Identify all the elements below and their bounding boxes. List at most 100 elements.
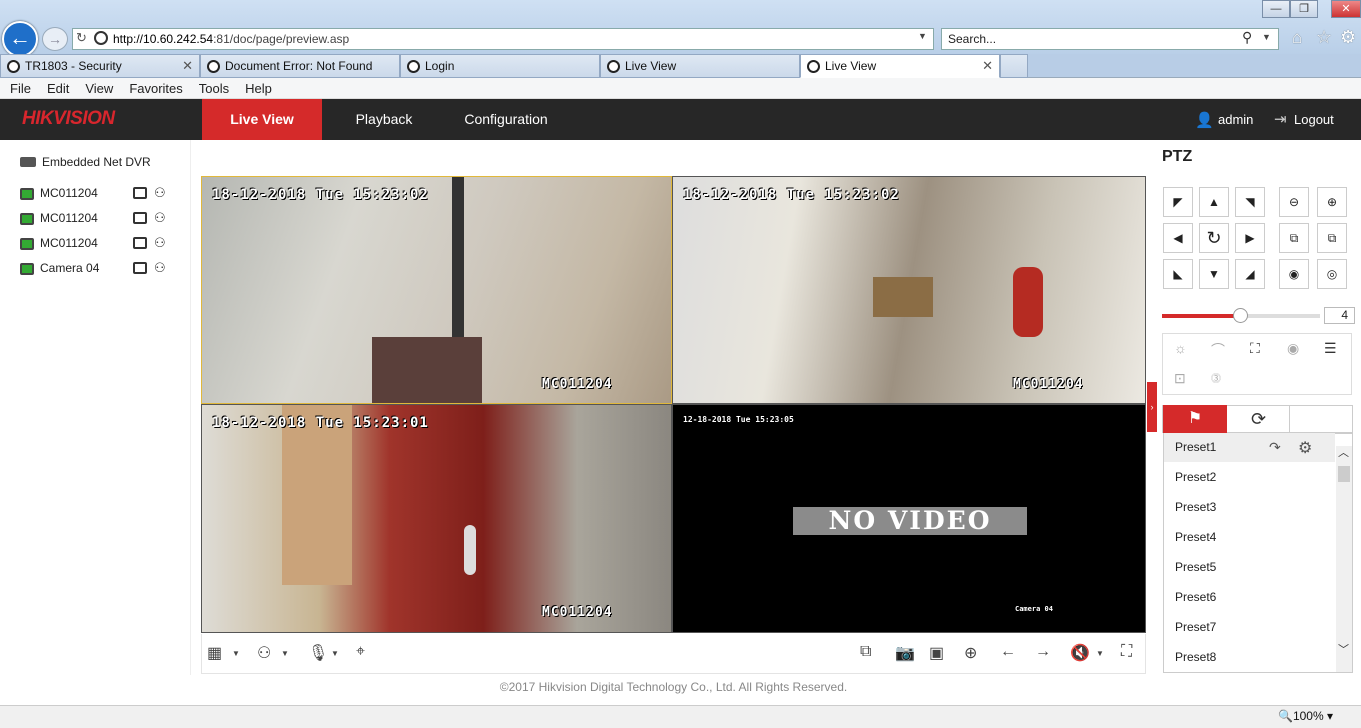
- video-window-3[interactable]: 18-12-2018 Tue 15:23:01 MC011204: [201, 404, 672, 633]
- window-close-button[interactable]: ✕: [1331, 0, 1361, 18]
- 3d-position-icon[interactable]: ⓷: [1211, 370, 1221, 385]
- tab-playback[interactable]: Playback: [340, 99, 428, 140]
- camera-list-item[interactable]: Camera 04 ⚇: [20, 260, 180, 280]
- iris-close-icon[interactable]: ◎: [1317, 259, 1347, 289]
- preset-item[interactable]: Preset2: [1175, 470, 1216, 484]
- camera-list-item[interactable]: MC011204 ⚇: [20, 185, 180, 205]
- auxiliary-focus-icon[interactable]: ⛶: [1250, 340, 1260, 357]
- preset-item[interactable]: Preset8: [1175, 650, 1216, 664]
- settings-gear-icon[interactable]: ⚙: [1340, 27, 1356, 48]
- menu-favorites[interactable]: Favorites: [129, 81, 182, 96]
- refresh-icon[interactable]: ↻: [76, 30, 87, 46]
- maximize-button[interactable]: ❐: [1290, 0, 1318, 18]
- logout-icon[interactable]: ⇥: [1274, 110, 1287, 128]
- browser-tab[interactable]: Document Error: Not Found: [200, 54, 400, 78]
- zoom-level[interactable]: 🔍100% ▾: [1278, 709, 1333, 723]
- tab-live-view[interactable]: Live View: [202, 99, 322, 140]
- tab-close-icon[interactable]: ✕: [982, 55, 993, 77]
- browser-tab[interactable]: TR1803 - Security ✕: [0, 54, 200, 78]
- ptz-right-button[interactable]: ▶: [1235, 223, 1265, 253]
- forward-arrow-icon[interactable]: →: [42, 27, 68, 51]
- back-arrow-icon[interactable]: ←: [2, 21, 38, 57]
- ptz-down-right-button[interactable]: ◢: [1235, 259, 1265, 289]
- digital-zoom-icon[interactable]: ⊕: [964, 643, 977, 663]
- ptz-down-button[interactable]: ▼: [1199, 259, 1229, 289]
- volume-mute-icon[interactable]: 🔇: [1070, 643, 1090, 663]
- stream-select-icon[interactable]: ⚇: [154, 210, 166, 226]
- home-icon[interactable]: ⌂: [1292, 28, 1302, 48]
- logout-link[interactable]: Logout: [1294, 112, 1334, 127]
- light-icon[interactable]: ☼: [1174, 340, 1187, 356]
- preset-item[interactable]: Preset4: [1175, 530, 1216, 544]
- browser-tab[interactable]: Login: [400, 54, 600, 78]
- record-all-icon[interactable]: ▣: [929, 643, 944, 663]
- set-preset-gear-icon[interactable]: ⚙: [1298, 438, 1312, 458]
- record-icon[interactable]: [133, 212, 147, 224]
- menu-tools[interactable]: Tools: [199, 81, 229, 96]
- preset-item[interactable]: Preset7: [1175, 620, 1216, 634]
- volume-dropdown-icon[interactable]: ▼: [1096, 649, 1104, 658]
- video-window-1[interactable]: 18-12-2018 Tue 15:23:02 MC011204: [201, 176, 672, 404]
- zoom-in-icon[interactable]: ⊕: [1317, 187, 1347, 217]
- search-dropdown-icon[interactable]: ▼: [1262, 32, 1271, 42]
- manual-alarm-icon[interactable]: ⌖: [356, 643, 365, 661]
- ptz-up-right-button[interactable]: ◥: [1235, 187, 1265, 217]
- tab-configuration[interactable]: Configuration: [450, 99, 562, 140]
- focus-near-icon[interactable]: ⧉: [1279, 223, 1309, 253]
- camera-list-item[interactable]: MC011204 ⚇: [20, 235, 180, 255]
- favorites-star-icon[interactable]: ☆: [1316, 27, 1332, 48]
- preset-item[interactable]: Preset1: [1175, 440, 1216, 454]
- preset-item[interactable]: Preset3: [1175, 500, 1216, 514]
- wiper-icon[interactable]: ⌒: [1211, 340, 1225, 360]
- 3d-zoom-icon[interactable]: ⊡: [1174, 370, 1186, 387]
- stop-all-preview-icon[interactable]: ⧉: [860, 643, 871, 661]
- menu-lines-icon[interactable]: ☰: [1324, 340, 1337, 357]
- lens-init-icon[interactable]: ◉: [1287, 340, 1299, 357]
- new-tab-button[interactable]: [1000, 54, 1028, 78]
- microphone-icon[interactable]: 🎙: [308, 643, 328, 663]
- preset-tab-flag-icon[interactable]: ⚑: [1163, 405, 1227, 433]
- next-page-icon[interactable]: →: [1035, 643, 1051, 661]
- stream-type-icon[interactable]: ⚇: [257, 643, 271, 663]
- stream-dropdown-icon[interactable]: ▼: [281, 649, 289, 658]
- minimize-button[interactable]: —: [1262, 0, 1290, 18]
- window-layout-icon[interactable]: ▦: [207, 643, 222, 663]
- search-input[interactable]: Search...: [941, 28, 1279, 50]
- record-icon[interactable]: [133, 237, 147, 249]
- preset-item[interactable]: Preset6: [1175, 590, 1216, 604]
- stream-select-icon[interactable]: ⚇: [154, 235, 166, 251]
- ptz-auto-scan-button[interactable]: ↻: [1199, 223, 1229, 253]
- address-bar[interactable]: http://10.60.242.54:81/doc/page/preview.…: [72, 28, 934, 50]
- browser-tab-active[interactable]: Live View ✕: [800, 54, 1000, 78]
- previous-page-icon[interactable]: ←: [1000, 643, 1016, 661]
- preset-scrollbar-thumb[interactable]: [1338, 466, 1350, 482]
- stream-select-icon[interactable]: ⚇: [154, 260, 166, 276]
- camera-list-item[interactable]: MC011204 ⚇: [20, 210, 180, 230]
- audio-dropdown-icon[interactable]: ▼: [331, 649, 339, 658]
- ptz-speed-knob[interactable]: [1233, 308, 1248, 323]
- search-icon[interactable]: ⚲: [1242, 29, 1252, 46]
- menu-view[interactable]: View: [85, 81, 113, 96]
- video-window-4[interactable]: 12-18-2018 Tue 15:23:05 NO VIDEO Camera …: [672, 404, 1146, 633]
- record-icon[interactable]: [133, 262, 147, 274]
- fullscreen-icon[interactable]: ⛶: [1121, 643, 1132, 661]
- device-tree-root[interactable]: Embedded Net DVR: [42, 155, 151, 169]
- video-window-2[interactable]: 18-12-2018 Tue 15:23:02 MC011204: [672, 176, 1146, 404]
- stream-select-icon[interactable]: ⚇: [154, 185, 166, 201]
- menu-edit[interactable]: Edit: [47, 81, 69, 96]
- call-preset-icon[interactable]: ↷: [1269, 439, 1281, 456]
- tab-close-icon[interactable]: ✕: [182, 55, 193, 77]
- focus-far-icon[interactable]: ⧉: [1317, 223, 1347, 253]
- preset-item[interactable]: Preset5: [1175, 560, 1216, 574]
- ptz-down-left-button[interactable]: ◣: [1163, 259, 1193, 289]
- capture-camera-icon[interactable]: 📷: [895, 643, 915, 663]
- menu-file[interactable]: File: [10, 81, 31, 96]
- browser-tab[interactable]: Live View: [600, 54, 800, 78]
- patrol-tab-icon[interactable]: ⟳: [1228, 405, 1290, 433]
- url-dropdown-icon[interactable]: ▼: [918, 31, 927, 41]
- scroll-down-arrow-icon[interactable]: ﹀: [1338, 641, 1349, 657]
- scroll-up-arrow-icon[interactable]: ︿: [1338, 444, 1349, 460]
- record-icon[interactable]: [133, 187, 147, 199]
- layout-dropdown-icon[interactable]: ▼: [232, 649, 240, 658]
- ptz-up-left-button[interactable]: ◤: [1163, 187, 1193, 217]
